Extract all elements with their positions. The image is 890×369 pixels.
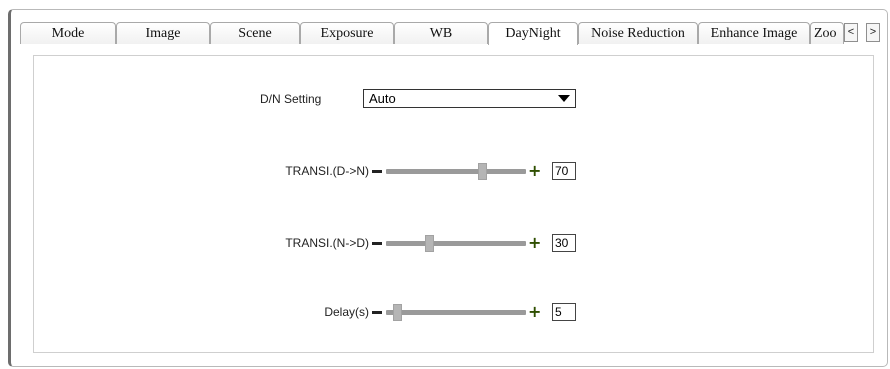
transi-nd-minus-icon[interactable] <box>372 242 382 245</box>
transi-dn-minus-icon[interactable] <box>372 170 382 173</box>
dn-setting-label: D/N Setting <box>260 92 322 106</box>
tab-scene[interactable]: Scene <box>210 22 300 44</box>
transi-nd-label: TRANSI.(N->D) <box>285 236 369 250</box>
delay-slider-track[interactable] <box>386 310 526 315</box>
delay-plus-icon[interactable]: + <box>528 304 541 320</box>
tab-scroll-right-button[interactable]: > <box>866 23 880 42</box>
transi-dn-label: TRANSI.(D->N) <box>285 164 369 178</box>
transi-nd-value-input[interactable]: 30 <box>552 234 576 252</box>
tab-wb[interactable]: WB <box>394 22 488 44</box>
transi-dn-value-input[interactable]: 70 <box>552 162 576 180</box>
tab-scroll-left-button[interactable]: < <box>844 23 858 42</box>
transi-nd-slider-track[interactable] <box>386 241 526 246</box>
delay-slider-thumb[interactable] <box>393 304 402 321</box>
transi-nd-slider-thumb[interactable] <box>425 235 434 252</box>
tab-bar: Mode Image Scene Exposure WB DayNight No… <box>20 22 886 45</box>
tab-mode[interactable]: Mode <box>20 22 116 44</box>
transi-dn-plus-icon[interactable]: + <box>528 163 541 179</box>
tab-image[interactable]: Image <box>116 22 210 44</box>
transi-dn-slider-thumb[interactable] <box>478 163 487 180</box>
tab-zoom[interactable]: Zoo <box>810 22 844 44</box>
delay-minus-icon[interactable] <box>372 311 382 314</box>
transi-nd-plus-icon[interactable]: + <box>528 235 541 251</box>
dn-setting-select[interactable]: Auto <box>363 89 576 108</box>
tab-noise-reduction[interactable]: Noise Reduction <box>578 22 698 44</box>
delay-label: Delay(s) <box>324 305 369 319</box>
tab-exposure[interactable]: Exposure <box>300 22 394 44</box>
tab-enhance-image[interactable]: Enhance Image <box>698 22 810 44</box>
delay-value-input[interactable]: 5 <box>552 303 576 321</box>
tab-daynight[interactable]: DayNight <box>488 22 578 45</box>
chevron-down-icon <box>558 95 570 102</box>
dn-setting-value: Auto <box>369 91 396 106</box>
transi-dn-slider-track[interactable] <box>386 169 526 174</box>
